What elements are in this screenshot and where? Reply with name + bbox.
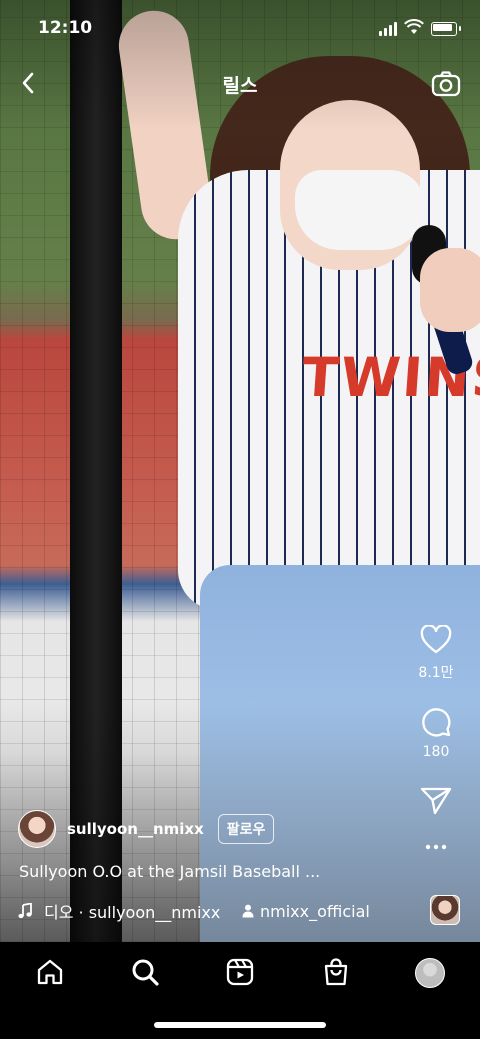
battery-icon <box>431 22 461 36</box>
performer-mask <box>295 170 425 250</box>
cellular-signal-icon <box>379 22 397 36</box>
reel-caption[interactable]: Sullyoon O.O at the Jamsil Baseball ... <box>19 862 320 881</box>
audio-row: 디오 · sullyoon__nmixx · 오리지널 오디오 nmixx_of… <box>18 900 378 922</box>
heart-icon <box>420 625 452 654</box>
comment-icon <box>422 708 451 737</box>
tagged-user[interactable]: nmixx_official <box>260 902 370 921</box>
audio-title[interactable]: 디오 · sullyoon__nmixx · 오리지널 오디오 <box>44 899 222 923</box>
share-button[interactable] <box>418 782 454 818</box>
follow-button[interactable]: 팔로우 <box>217 814 275 844</box>
like-button[interactable] <box>418 622 454 658</box>
home-indicator[interactable] <box>154 1022 326 1028</box>
status-bar: 12:10 <box>0 0 480 56</box>
status-time: 12:10 <box>38 18 93 38</box>
reels-icon[interactable] <box>225 957 255 987</box>
performer-hand <box>420 248 480 332</box>
comment-button[interactable] <box>418 704 454 740</box>
audio-thumbnail[interactable] <box>430 895 460 925</box>
shop-icon[interactable] <box>321 957 351 987</box>
more-dots-icon <box>425 844 447 850</box>
like-count: 8.1만 <box>418 665 454 681</box>
paper-plane-icon <box>420 787 452 815</box>
page-title: 릴스 <box>222 75 258 97</box>
action-rail: 8.1만 180 <box>406 622 466 858</box>
profile-icon[interactable] <box>415 958 445 988</box>
search-icon[interactable] <box>130 957 160 987</box>
comment-count: 180 <box>422 744 450 760</box>
avatar[interactable] <box>18 810 56 848</box>
wifi-icon <box>404 19 424 34</box>
reel-owner: sullyoon__nmixx 팔로우 <box>18 810 275 848</box>
home-icon[interactable] <box>35 957 65 987</box>
person-icon <box>242 904 254 918</box>
reels-screen: TWINS 12:10 릴스 8.1만 180 sullyoon__nmixx … <box>0 0 480 1039</box>
more-button[interactable] <box>418 836 454 858</box>
music-note-icon <box>18 903 32 919</box>
owner-username[interactable]: sullyoon__nmixx <box>67 820 204 838</box>
camera-icon[interactable] <box>430 68 462 100</box>
